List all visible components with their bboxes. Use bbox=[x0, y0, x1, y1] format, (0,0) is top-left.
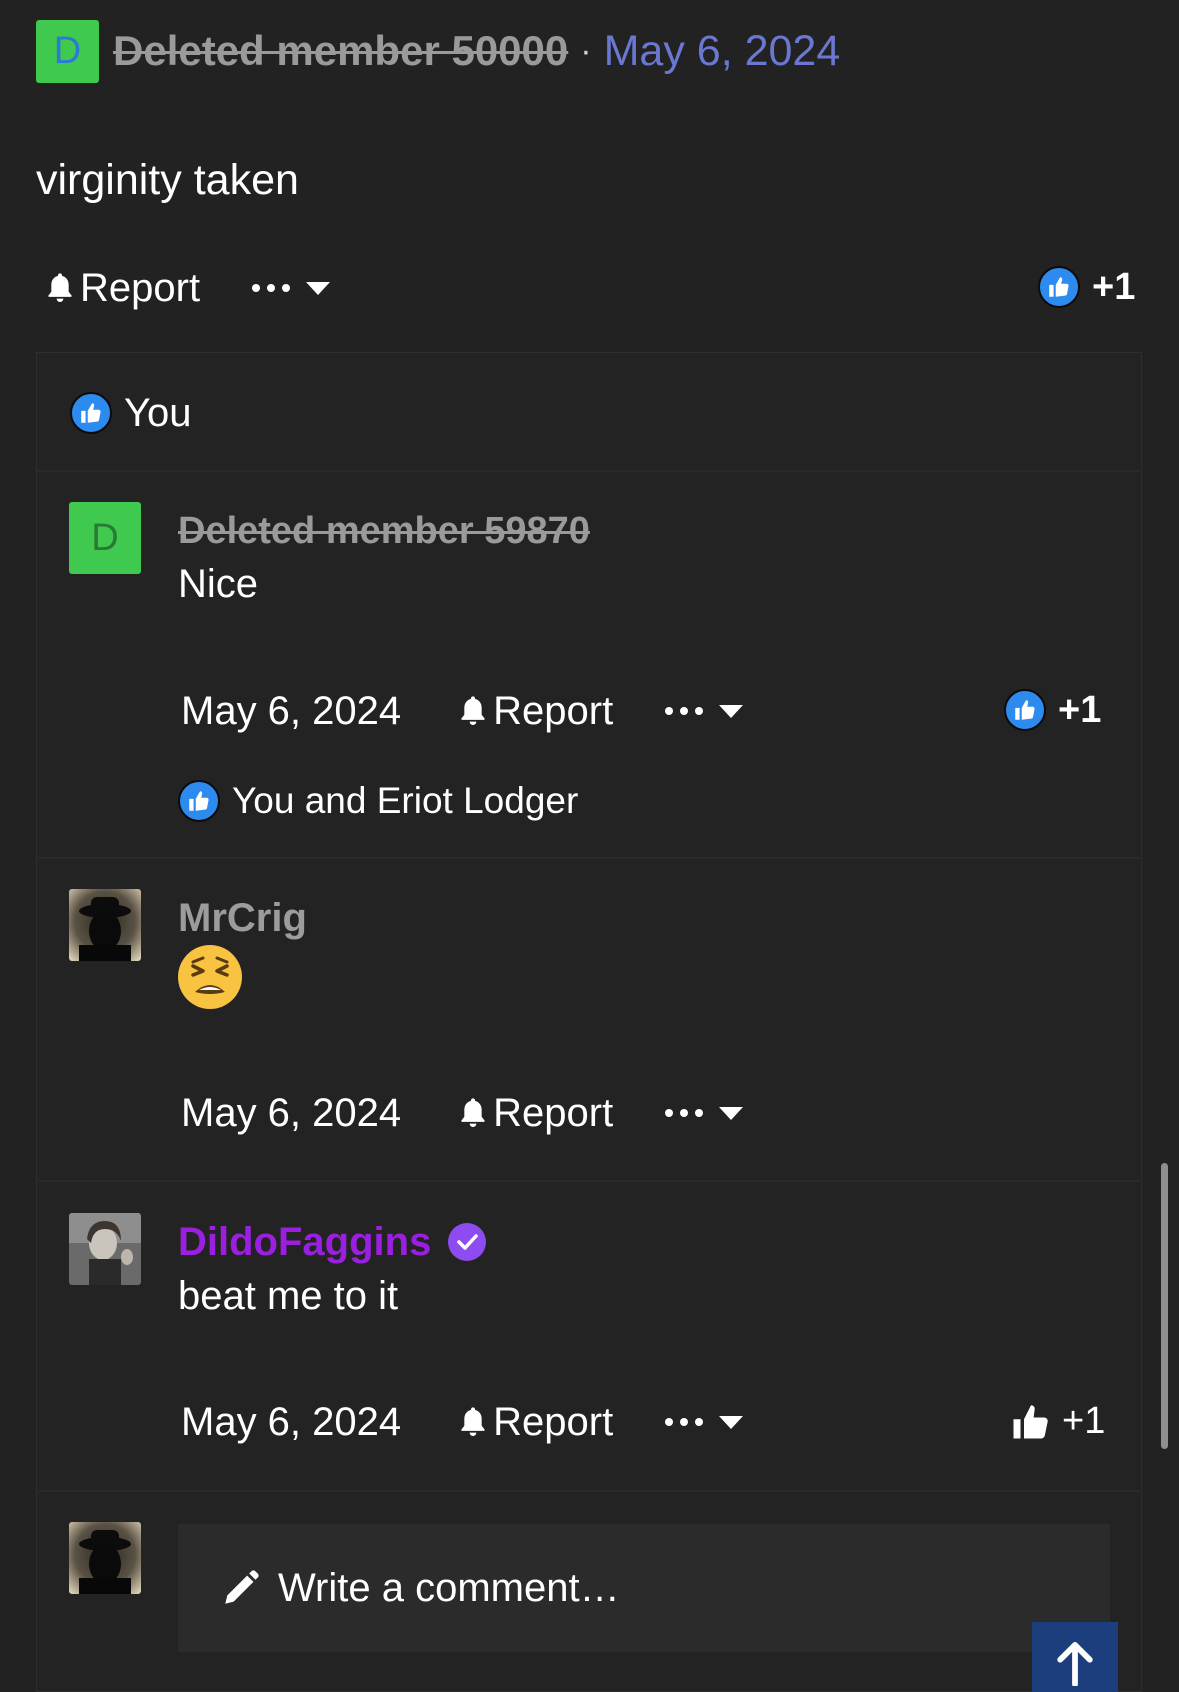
post-body: virginity taken bbox=[36, 156, 299, 204]
scrollbar[interactable] bbox=[1161, 1163, 1168, 1449]
pencil-icon bbox=[225, 1570, 259, 1604]
more-dots-icon bbox=[665, 1418, 704, 1426]
arrow-up-icon bbox=[1057, 1642, 1093, 1686]
post-actions: Report bbox=[44, 266, 331, 311]
post-like-summary[interactable]: +1 bbox=[1038, 264, 1135, 310]
thumbs-up-icon bbox=[1013, 1405, 1048, 1439]
more-dots-icon bbox=[252, 284, 291, 292]
comment-avatar[interactable]: D bbox=[69, 502, 141, 574]
avatar-letter: D bbox=[91, 517, 119, 559]
bell-icon bbox=[461, 1407, 485, 1436]
post-date[interactable]: May 6, 2024 bbox=[604, 27, 841, 76]
like-count: +1 bbox=[1092, 265, 1136, 308]
bell-icon bbox=[461, 696, 485, 725]
avatar-image bbox=[69, 1522, 141, 1594]
header-separator: · bbox=[580, 31, 592, 70]
comment-actions: May 6, 2024 Report bbox=[181, 1091, 744, 1136]
comment-more-menu[interactable] bbox=[665, 1415, 744, 1429]
post-author-name[interactable]: Deleted member 50000 bbox=[113, 27, 568, 75]
divider bbox=[38, 470, 1140, 472]
reactors-text: You and Eriot Lodger bbox=[232, 780, 579, 821]
comment-body: beat me to it bbox=[178, 1274, 399, 1318]
comment-date[interactable]: May 6, 2024 bbox=[181, 1400, 401, 1445]
comment-author-name[interactable]: MrCrig bbox=[178, 896, 307, 941]
comment-input[interactable]: Write a comment… bbox=[178, 1524, 1110, 1652]
comment-actions: May 6, 2024 Report bbox=[181, 1400, 744, 1445]
avatar-image bbox=[69, 889, 141, 961]
like-icon bbox=[70, 392, 112, 434]
report-label: Report bbox=[493, 1090, 614, 1135]
comment-author: DildoFaggins bbox=[178, 1218, 487, 1266]
comment-input-placeholder: Write a comment… bbox=[278, 1565, 620, 1610]
chevron-down-icon bbox=[306, 281, 331, 295]
like-icon bbox=[1038, 266, 1080, 308]
more-dots-icon bbox=[665, 707, 704, 715]
like-count: +1 bbox=[1062, 1399, 1106, 1442]
avatar-image bbox=[69, 1213, 141, 1285]
current-user-avatar bbox=[69, 1522, 141, 1594]
comment-date[interactable]: May 6, 2024 bbox=[181, 689, 401, 734]
comment-more-menu[interactable] bbox=[665, 704, 744, 718]
report-label: Report bbox=[493, 1399, 614, 1444]
comment-avatar[interactable] bbox=[69, 889, 141, 961]
post-header: D Deleted member 50000 · May 6, 2024 bbox=[36, 19, 841, 83]
avatar-letter: D bbox=[53, 30, 82, 72]
like-count: +1 bbox=[1058, 688, 1102, 731]
reactors-text: You bbox=[124, 390, 192, 435]
like-icon bbox=[178, 780, 220, 822]
chevron-down-icon bbox=[719, 1415, 744, 1429]
report-label: Report bbox=[493, 688, 614, 733]
post-reactors[interactable]: You bbox=[70, 390, 192, 436]
divider bbox=[38, 1490, 1140, 1492]
more-dots-icon bbox=[665, 1109, 704, 1117]
comment-like-summary[interactable]: +1 bbox=[1004, 687, 1101, 733]
bell-icon bbox=[48, 273, 72, 302]
comment-avatar[interactable] bbox=[69, 1213, 141, 1285]
divider bbox=[38, 857, 1140, 859]
report-label: Report bbox=[80, 265, 201, 310]
comment-report-button[interactable]: Report bbox=[457, 689, 613, 734]
like-icon bbox=[1004, 689, 1046, 731]
comment-actions: May 6, 2024 Report bbox=[181, 689, 744, 734]
comment-report-button[interactable]: Report bbox=[457, 1091, 613, 1136]
comment-author-name[interactable]: DildoFaggins bbox=[178, 1220, 431, 1265]
tired-face-emoji bbox=[177, 944, 243, 1015]
comment-date[interactable]: May 6, 2024 bbox=[181, 1091, 401, 1136]
scroll-to-top-button[interactable] bbox=[1032, 1622, 1118, 1692]
divider bbox=[38, 1180, 1140, 1182]
post-report-button[interactable]: Report bbox=[44, 266, 200, 311]
comment-body: Nice bbox=[178, 562, 259, 606]
chevron-down-icon bbox=[719, 704, 744, 718]
post-author-avatar[interactable]: D bbox=[36, 19, 99, 83]
post-more-menu[interactable] bbox=[252, 281, 331, 295]
chevron-down-icon bbox=[719, 1106, 744, 1120]
comment-author-name[interactable]: Deleted member 59870 bbox=[178, 510, 590, 553]
bell-icon bbox=[461, 1098, 485, 1127]
comment-reactors[interactable]: You and Eriot Lodger bbox=[178, 778, 578, 824]
verified-badge-icon bbox=[448, 1223, 487, 1261]
comment-report-button[interactable]: Report bbox=[457, 1400, 613, 1445]
comment-more-menu[interactable] bbox=[665, 1106, 744, 1120]
comment-like-button[interactable]: +1 bbox=[1010, 1398, 1105, 1444]
